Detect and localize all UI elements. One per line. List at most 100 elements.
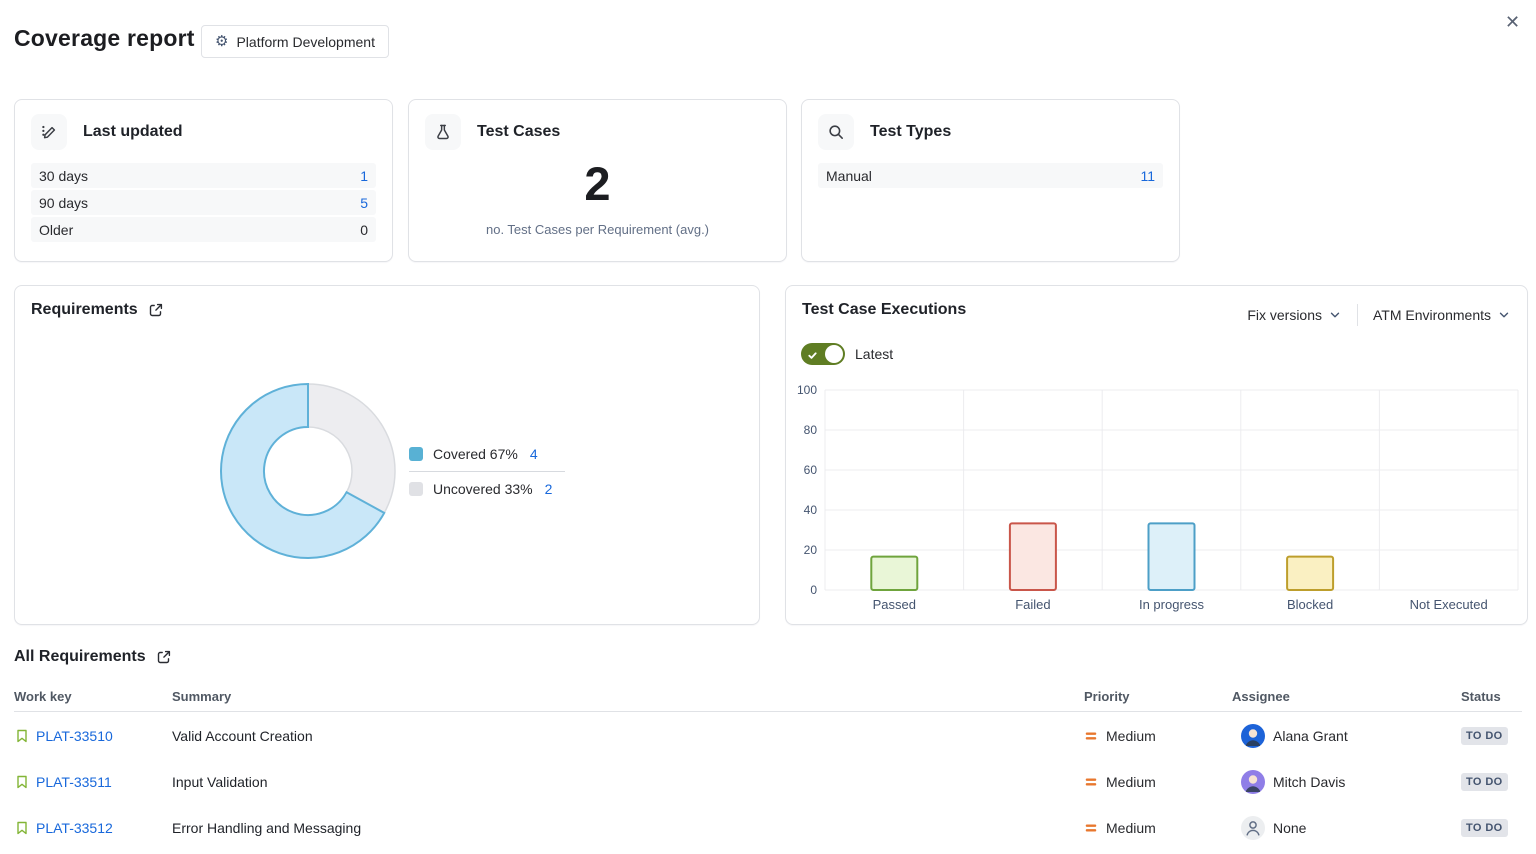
coverage-donut-chart: [213, 376, 403, 566]
status-badge: TO DO: [1461, 773, 1508, 791]
fix-versions-dropdown[interactable]: Fix versions: [1247, 307, 1342, 323]
bookmark-icon: [14, 759, 30, 805]
card-title: Test Cases: [477, 123, 560, 141]
svg-text:Not Executed: Not Executed: [1410, 597, 1488, 612]
flask-icon: [425, 114, 461, 150]
assignee-cell: None: [1241, 805, 1306, 851]
priority-medium-icon: [1084, 729, 1098, 743]
stat-value-link[interactable]: 11: [1140, 168, 1155, 184]
svg-text:20: 20: [804, 543, 818, 557]
legend-label: Covered 67%: [433, 446, 518, 462]
table-row: PLAT-33510 Valid Account Creation Medium…: [0, 713, 1536, 759]
stat-row-manual: Manual 11: [818, 163, 1163, 188]
page-title: Coverage report: [14, 25, 195, 52]
external-link-icon[interactable]: [148, 302, 164, 318]
coverage-report-page: Coverage report ⚙ Platform Development ✕…: [0, 0, 1536, 854]
svg-text:Passed: Passed: [873, 597, 916, 612]
stat-value-link[interactable]: 5: [360, 195, 368, 211]
test-cases-card: Test Cases 2 no. Test Cases per Requirem…: [408, 99, 787, 262]
stat-row-90-days: 90 days 5: [31, 190, 376, 215]
bookmark-icon: [14, 805, 30, 851]
work-key-link[interactable]: PLAT-33512: [36, 805, 113, 851]
toggle-knob: [825, 345, 843, 363]
work-key-link[interactable]: PLAT-33510: [36, 713, 113, 759]
all-requirements-title: All Requirements: [14, 648, 146, 666]
covered-count-link[interactable]: 4: [530, 446, 538, 462]
legend-label: Uncovered 33%: [433, 481, 533, 497]
assignee-name: None: [1273, 820, 1306, 836]
gear-icon: ⚙: [215, 34, 228, 49]
column-header-work-key: Work key: [14, 689, 72, 704]
card-title: Last updated: [83, 123, 183, 141]
avatar: [1241, 724, 1265, 748]
close-icon[interactable]: ✕: [1501, 8, 1524, 37]
search-icon: [818, 114, 854, 150]
priority-cell: Medium: [1084, 713, 1156, 759]
test-cases-avg-value: 2: [409, 158, 786, 210]
status-cell: TO DO: [1461, 713, 1508, 759]
priority-label: Medium: [1106, 820, 1156, 836]
card-title: Test Types: [870, 123, 951, 141]
priority-cell: Medium: [1084, 759, 1156, 805]
column-header-status: Status: [1461, 689, 1501, 704]
table-row: PLAT-33512 Error Handling and Messaging …: [0, 805, 1536, 851]
test-types-card: Test Types Manual 11: [801, 99, 1180, 262]
donut-legend: Covered 67% 4 Uncovered 33% 2: [409, 443, 565, 500]
column-header-summary: Summary: [172, 689, 231, 704]
status-badge: TO DO: [1461, 727, 1508, 745]
project-selector-label: Platform Development: [236, 34, 375, 50]
assignee-name: Mitch Davis: [1273, 774, 1345, 790]
latest-toggle-label: Latest: [855, 346, 893, 362]
uncovered-swatch: [409, 482, 423, 496]
external-link-icon[interactable]: [156, 649, 172, 665]
stat-value: 0: [360, 222, 368, 238]
stat-label: 90 days: [39, 195, 88, 211]
summary-text: Input Validation: [172, 759, 267, 805]
fix-versions-label: Fix versions: [1247, 307, 1322, 323]
svg-text:60: 60: [804, 463, 818, 477]
summary-text: Valid Account Creation: [172, 713, 313, 759]
chevron-down-icon: [1497, 308, 1511, 322]
table-header-divider: [14, 711, 1522, 712]
assignee-cell: Mitch Davis: [1241, 759, 1345, 805]
executions-panel-title: Test Case Executions: [802, 301, 966, 319]
legend-item-covered: Covered 67% 4: [409, 443, 565, 465]
latest-toggle[interactable]: [801, 343, 845, 365]
atm-environments-label: ATM Environments: [1373, 307, 1491, 323]
status-cell: TO DO: [1461, 759, 1508, 805]
covered-swatch: [409, 447, 423, 461]
assignee-cell: Alana Grant: [1241, 713, 1348, 759]
svg-text:80: 80: [804, 423, 818, 437]
priority-medium-icon: [1084, 821, 1098, 835]
last-updated-card: Last updated 30 days 1 90 days 5 Older 0: [14, 99, 393, 262]
executions-bar-chart: 100806040200PassedFailedIn progressBlock…: [794, 381, 1524, 619]
work-key-link[interactable]: PLAT-33511: [36, 759, 112, 805]
priority-label: Medium: [1106, 774, 1156, 790]
stat-label: 30 days: [39, 168, 88, 184]
status-badge: TO DO: [1461, 819, 1508, 837]
assignee-name: Alana Grant: [1273, 728, 1348, 744]
check-icon: [807, 348, 818, 366]
stat-value-link[interactable]: 1: [360, 168, 368, 184]
svg-text:100: 100: [797, 383, 817, 397]
summary-text: Error Handling and Messaging: [172, 805, 361, 851]
stat-label: Manual: [826, 168, 872, 184]
stat-row-older: Older 0: [31, 217, 376, 242]
legend-divider: [409, 471, 565, 472]
status-cell: TO DO: [1461, 805, 1508, 851]
atm-environments-dropdown[interactable]: ATM Environments: [1373, 307, 1511, 323]
column-header-priority: Priority: [1084, 689, 1130, 704]
project-selector-button[interactable]: ⚙ Platform Development: [201, 25, 389, 58]
requirements-panel: Requirements Covered 67% 4 Uncovered 33%: [14, 285, 760, 625]
column-header-assignee: Assignee: [1232, 689, 1290, 704]
uncovered-count-link[interactable]: 2: [545, 481, 553, 497]
chevron-down-icon: [1328, 308, 1342, 322]
table-row: PLAT-33511 Input Validation Medium Mitch…: [0, 759, 1536, 805]
test-cases-avg-caption: no. Test Cases per Requirement (avg.): [409, 222, 786, 237]
svg-text:Failed: Failed: [1015, 597, 1050, 612]
controls-divider: [1357, 304, 1358, 326]
svg-text:0: 0: [810, 583, 817, 597]
executions-panel: Test Case Executions Fix versions ATM En…: [785, 285, 1528, 625]
bookmark-icon: [14, 713, 30, 759]
svg-text:In progress: In progress: [1139, 597, 1205, 612]
